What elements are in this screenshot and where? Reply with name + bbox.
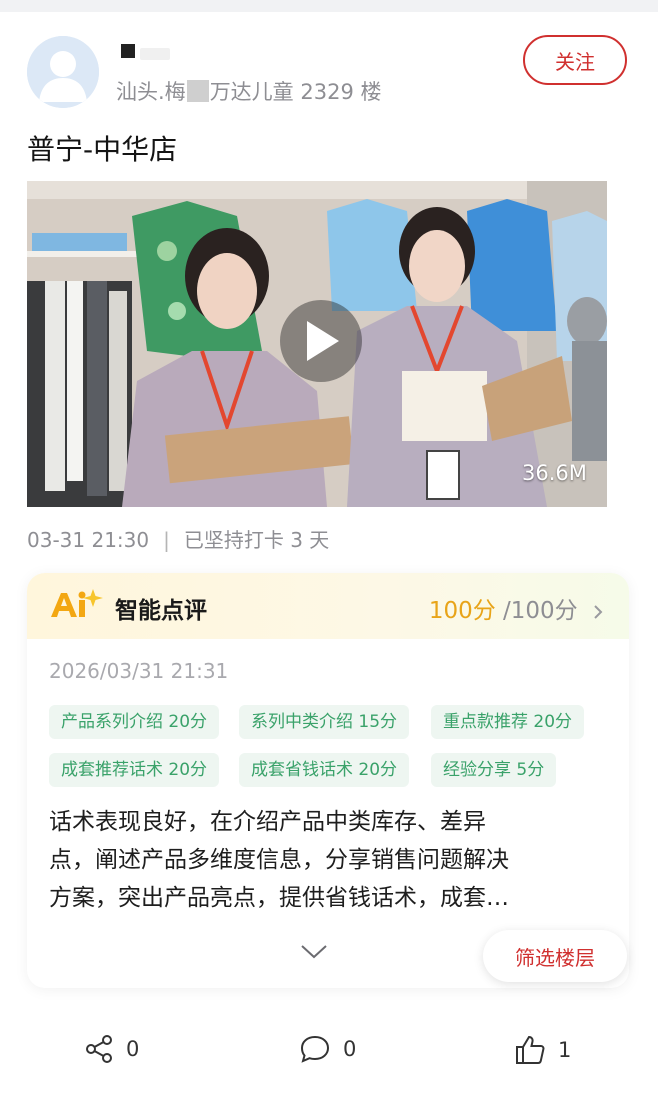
expand-button[interactable] xyxy=(299,943,329,965)
review-text: 话术表现良好，在介绍产品中类库存、差异 点，阐述产品多维度信息，分享销售问题解决… xyxy=(49,803,569,917)
ai-review-card: 智能点评 100分 /100分 2026/03/31 21:31 产品系列介绍 … xyxy=(27,573,629,988)
ai-score-total: /100分 xyxy=(503,598,578,624)
ai-score: 100分 /100分 xyxy=(429,591,603,626)
play-icon xyxy=(307,321,339,361)
chevron-right-icon xyxy=(593,600,603,626)
share-action[interactable]: 0 xyxy=(84,1034,139,1064)
checkin-streak: 已坚持打卡 3 天 xyxy=(183,528,330,552)
post-meta: 汕头.梅 万达儿童 2329 楼 xyxy=(116,76,382,106)
review-text-line: 方案，突出产品亮点，提供省钱话术，成套… xyxy=(49,885,509,911)
location-prefix: 汕头.梅 xyxy=(116,80,186,104)
share-icon xyxy=(86,1035,112,1063)
comment-icon xyxy=(300,1035,330,1063)
comment-action[interactable]: 0 xyxy=(299,1034,356,1064)
follow-button[interactable]: 关注 xyxy=(523,35,627,85)
location-mask xyxy=(186,80,209,102)
like-icon xyxy=(516,1035,545,1064)
ai-review-title: 智能点评 xyxy=(115,598,207,624)
user-name-mask xyxy=(121,44,135,58)
score-tag: 系列中类介绍 15分 xyxy=(239,705,410,739)
post-title: 普宁-中华店 xyxy=(27,133,178,166)
review-text-line: 点，阐述产品多维度信息，分享销售问题解决 xyxy=(49,847,509,873)
score-tag: 成套省钱话术 20分 xyxy=(239,753,410,787)
score-tag: 产品系列介绍 20分 xyxy=(49,705,220,739)
post-date: 03-31 21:30 xyxy=(27,528,150,552)
like-action[interactable]: 1 xyxy=(514,1034,571,1066)
score-tag: 成套推荐话术 20分 xyxy=(49,753,220,787)
comment-count: 0 xyxy=(343,1037,357,1061)
review-time: 2026/03/31 21:31 xyxy=(49,659,229,683)
ai-logo-icon xyxy=(51,589,103,617)
ai-review-header[interactable]: 智能点评 100分 /100分 xyxy=(27,573,629,639)
share-count: 0 xyxy=(126,1037,140,1061)
divider: | xyxy=(163,528,170,552)
review-text-line: 话术表现良好，在介绍产品中类库存、差异 xyxy=(49,809,486,835)
post-info: 03-31 21:30 | 已坚持打卡 3 天 xyxy=(27,524,329,553)
ai-score-value: 100分 xyxy=(428,598,496,624)
floor-number: 2329 楼 xyxy=(300,80,382,104)
chevron-down-icon xyxy=(301,945,327,959)
like-count: 1 xyxy=(558,1038,572,1062)
score-tag: 重点款推荐 20分 xyxy=(431,705,585,739)
video-size: 36.6M xyxy=(522,461,587,485)
user-avatar-icon[interactable] xyxy=(27,36,99,108)
top-bar xyxy=(0,0,658,12)
score-tag: 经验分享 5分 xyxy=(431,753,557,787)
location-suffix: 万达儿童 xyxy=(209,80,294,104)
play-button[interactable] xyxy=(280,300,362,382)
user-name-blur xyxy=(140,48,170,60)
filter-floors-button[interactable]: 筛选楼层 xyxy=(483,930,627,982)
